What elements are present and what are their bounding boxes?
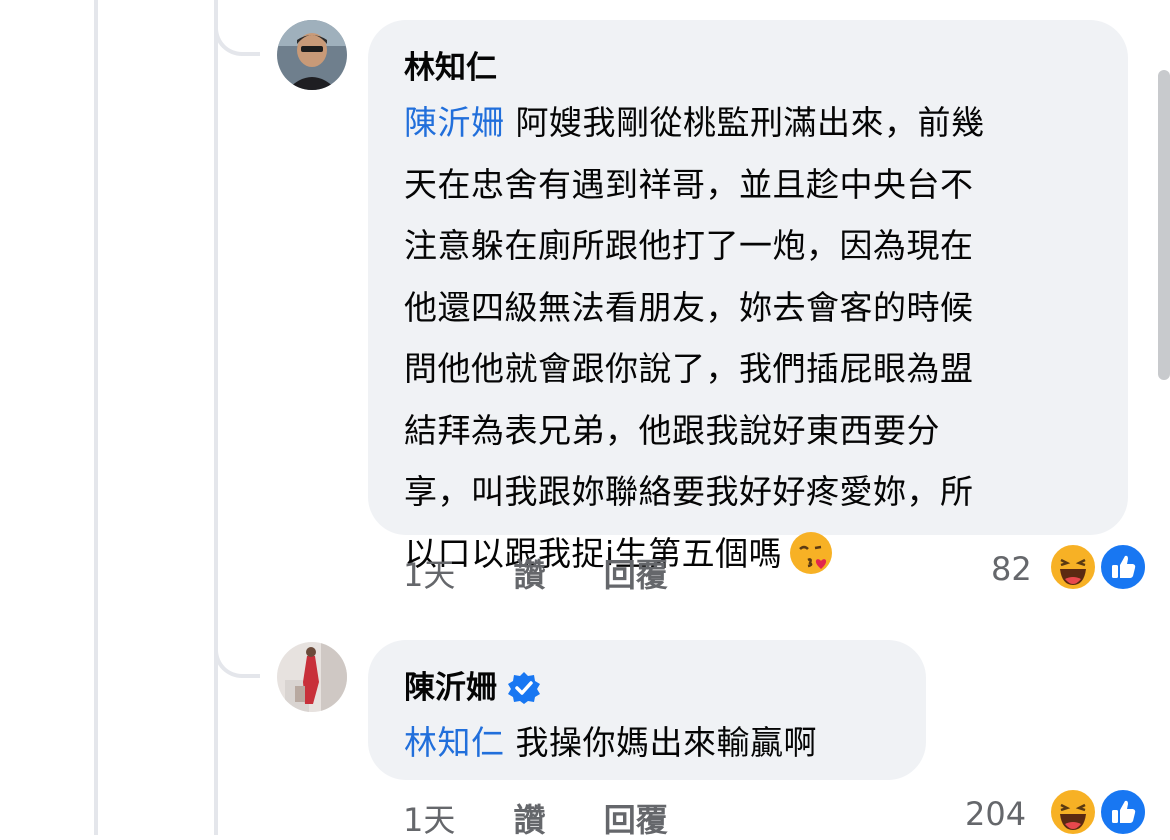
timestamp[interactable]: 1天 — [403, 801, 455, 839]
avatar[interactable] — [277, 642, 347, 712]
reply-button[interactable]: 回覆 — [604, 801, 668, 839]
reply-button[interactable]: 回覆 — [604, 556, 668, 594]
comment-line: 享，叫我跟妳聯絡要我好好疼愛妳，所 — [404, 472, 974, 511]
comment-line: 我操你媽出來輸贏啊 — [515, 723, 817, 762]
comment-line: 他還四級無法看朋友，妳去會客的時候 — [404, 287, 974, 327]
mention-link[interactable]: 林知仁 — [404, 723, 505, 762]
comment-line: 結拜為表兄弟，他跟我說好東西要分 — [404, 410, 940, 450]
avatar[interactable] — [277, 20, 347, 90]
timestamp[interactable]: 1天 — [403, 556, 455, 594]
mention-link[interactable]: 陳沂姍 — [404, 103, 505, 142]
comment-line: 阿嫂我剛從桃監刑滿出來，前幾 — [515, 103, 985, 142]
comment-line: 問他他就會跟你說了，我們插屁眼為盟 — [404, 349, 974, 388]
comment-actions: 1天 讚 回覆 — [403, 800, 668, 840]
haha-icon — [1049, 788, 1097, 836]
comment-bubble: 林知仁 陳沂姍 阿嫂我剛從桃監刑滿出來，前幾 天在忠舍有遇到祥哥，並且趁中央台不… — [368, 20, 1128, 575]
like-icon — [1099, 788, 1147, 836]
reaction-count[interactable]: 82 — [991, 549, 1032, 589]
comment-author[interactable]: 陳沂姍 — [404, 668, 497, 708]
kissing-heart-emoji — [788, 530, 834, 576]
comment-text: 陳沂姍 阿嫂我剛從桃監刑滿出來，前幾 天在忠舍有遇到祥哥，並且趁中央台不 注意躲… — [404, 92, 1098, 584]
reply-connector — [214, 22, 260, 56]
like-icon — [1099, 543, 1147, 591]
like-button[interactable]: 讚 — [514, 556, 546, 594]
comment-line: 注意躲在廁所跟他打了一炮，因為現在 — [404, 226, 974, 265]
reaction-count[interactable]: 204 — [965, 794, 1026, 834]
comment-bubble: 陳沂姍 林知仁 我操你媽出來輸贏啊 — [368, 640, 926, 780]
reply-connector — [214, 644, 260, 678]
reply-thread-line — [214, 0, 218, 835]
comment-actions: 1天 讚 回覆 — [403, 555, 668, 595]
comment-line: 天在忠舍有遇到祥哥，並且趁中央台不 — [404, 164, 974, 204]
like-button[interactable]: 讚 — [514, 801, 546, 839]
scrollbar[interactable] — [1158, 70, 1170, 380]
comment-author[interactable]: 林知仁 — [404, 48, 1098, 88]
comment-text: 林知仁 我操你媽出來輸贏啊 — [404, 712, 896, 774]
haha-icon — [1049, 543, 1097, 591]
thread-line — [94, 0, 98, 835]
verified-badge-icon — [507, 671, 541, 705]
